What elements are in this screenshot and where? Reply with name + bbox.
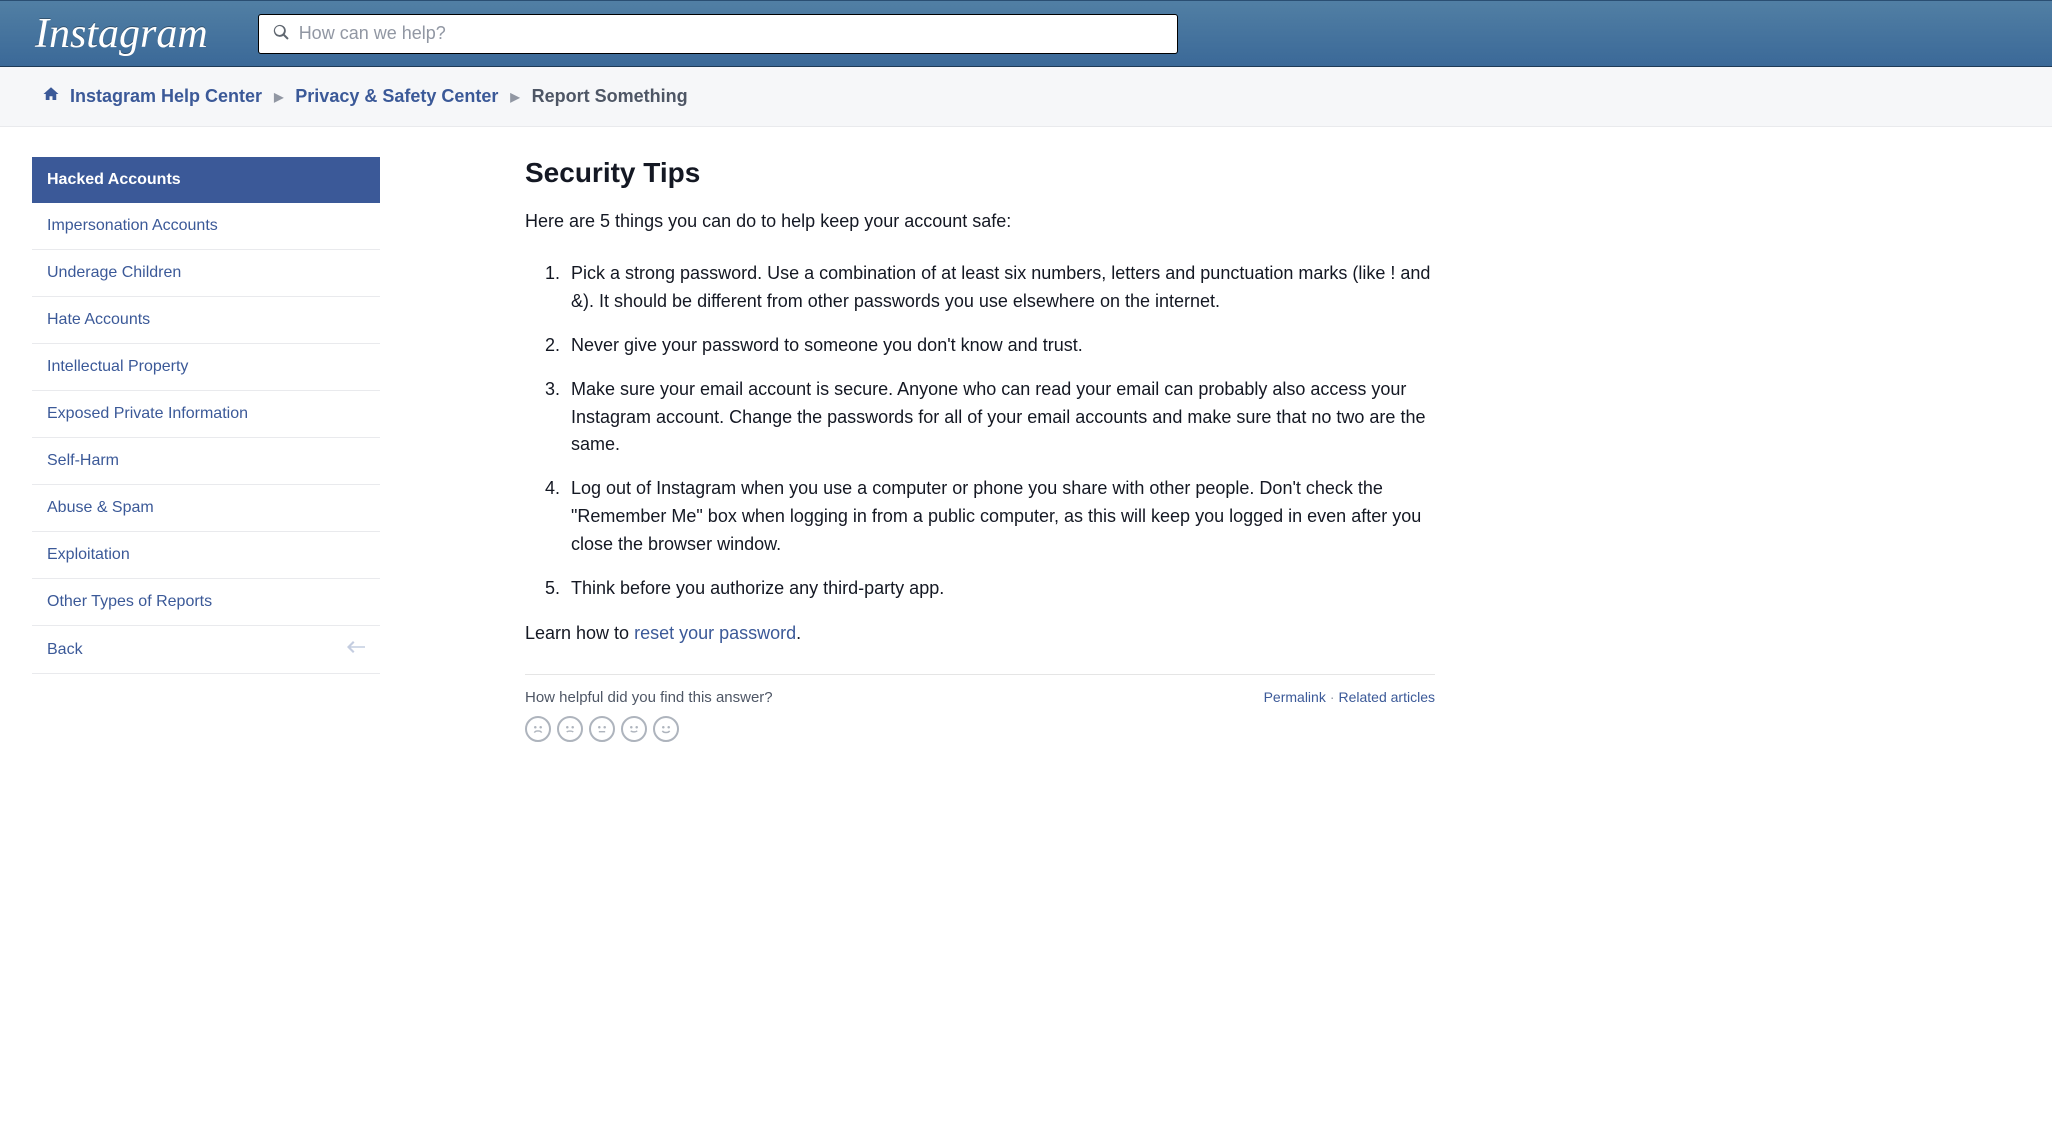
sidebar-item-label: Self-Harm xyxy=(47,452,119,470)
feedback-question: How helpful did you find this answer? xyxy=(525,689,773,706)
sidebar-item-label: Intellectual Property xyxy=(47,358,188,376)
search-input[interactable] xyxy=(299,15,1163,53)
sidebar-item-label: Back xyxy=(47,641,83,659)
sidebar-item-self-harm[interactable]: Self-Harm xyxy=(32,438,380,485)
sidebar-item-back[interactable]: Back xyxy=(32,626,380,674)
chevron-right-icon: ▶ xyxy=(274,90,283,104)
permalink-link[interactable]: Permalink xyxy=(1264,689,1326,705)
sidebar-item-other-reports[interactable]: Other Types of Reports xyxy=(32,579,380,626)
logo-instagram[interactable]: Instagram xyxy=(35,10,208,58)
breadcrumb-link-help-center[interactable]: Instagram Help Center xyxy=(70,86,262,107)
face-very-unhappy-icon[interactable] xyxy=(525,716,551,742)
sidebar-item-underage[interactable]: Underage Children xyxy=(32,250,380,297)
chevron-right-icon: ▶ xyxy=(510,90,519,104)
tip-item: Log out of Instagram when you use a comp… xyxy=(565,475,1435,559)
breadcrumb-link-privacy-safety[interactable]: Privacy & Safety Center xyxy=(295,86,498,107)
learn-suffix: . xyxy=(796,623,801,643)
sidebar-item-exposed-private-info[interactable]: Exposed Private Information xyxy=(32,391,380,438)
page-body: Hacked Accounts Impersonation Accounts U… xyxy=(0,127,2052,782)
sidebar-item-label: Exposed Private Information xyxy=(47,405,248,423)
sidebar-item-label: Impersonation Accounts xyxy=(47,217,218,235)
sidebar-item-label: Underage Children xyxy=(47,264,181,282)
related-articles-link[interactable]: Related articles xyxy=(1339,689,1436,705)
sidebar-item-label: Hate Accounts xyxy=(47,311,150,329)
sidebar-item-label: Exploitation xyxy=(47,546,130,564)
sidebar-item-hacked-accounts[interactable]: Hacked Accounts xyxy=(32,157,380,203)
sidebar-item-label: Other Types of Reports xyxy=(47,593,212,611)
tip-item: Never give your password to someone you … xyxy=(565,332,1435,360)
feedback-section: How helpful did you find this answer? Pe… xyxy=(525,689,1435,742)
face-happy-icon[interactable] xyxy=(621,716,647,742)
search-icon xyxy=(273,24,299,43)
article-tips-list: Pick a strong password. Use a combinatio… xyxy=(565,260,1435,603)
sidebar-item-label: Hacked Accounts xyxy=(47,171,181,189)
separator-dot: · xyxy=(1330,689,1335,705)
site-header: Instagram xyxy=(0,0,2052,67)
face-very-happy-icon[interactable] xyxy=(653,716,679,742)
face-unhappy-icon[interactable] xyxy=(557,716,583,742)
tip-item: Make sure your email account is secure. … xyxy=(565,376,1435,460)
face-neutral-icon[interactable] xyxy=(589,716,615,742)
article-title: Security Tips xyxy=(525,157,1435,189)
divider xyxy=(525,674,1435,675)
learn-prefix: Learn how to xyxy=(525,623,634,643)
sidebar-item-impersonation[interactable]: Impersonation Accounts xyxy=(32,203,380,250)
tip-item: Pick a strong password. Use a combinatio… xyxy=(565,260,1435,316)
breadcrumb-current: Report Something xyxy=(532,86,688,107)
tip-item: Think before you authorize any third-par… xyxy=(565,575,1435,603)
reset-password-link[interactable]: reset your password xyxy=(634,623,796,643)
sidebar: Hacked Accounts Impersonation Accounts U… xyxy=(0,157,410,742)
feedback-left: How helpful did you find this answer? xyxy=(525,689,773,742)
search-box[interactable] xyxy=(258,14,1178,54)
back-arrow-icon xyxy=(347,640,365,659)
home-icon[interactable] xyxy=(42,85,70,108)
sidebar-item-hate-accounts[interactable]: Hate Accounts xyxy=(32,297,380,344)
learn-line: Learn how to reset your password. xyxy=(525,623,1435,644)
breadcrumb: Instagram Help Center ▶ Privacy & Safety… xyxy=(0,67,2052,127)
sidebar-item-abuse-spam[interactable]: Abuse & Spam xyxy=(32,485,380,532)
article-meta-links: Permalink·Related articles xyxy=(1264,689,1435,705)
article: Security Tips Here are 5 things you can … xyxy=(410,157,1470,742)
article-intro: Here are 5 things you can do to help kee… xyxy=(525,211,1435,232)
sidebar-item-intellectual-property[interactable]: Intellectual Property xyxy=(32,344,380,391)
sidebar-item-exploitation[interactable]: Exploitation xyxy=(32,532,380,579)
sidebar-item-label: Abuse & Spam xyxy=(47,499,154,517)
feedback-faces xyxy=(525,716,773,742)
